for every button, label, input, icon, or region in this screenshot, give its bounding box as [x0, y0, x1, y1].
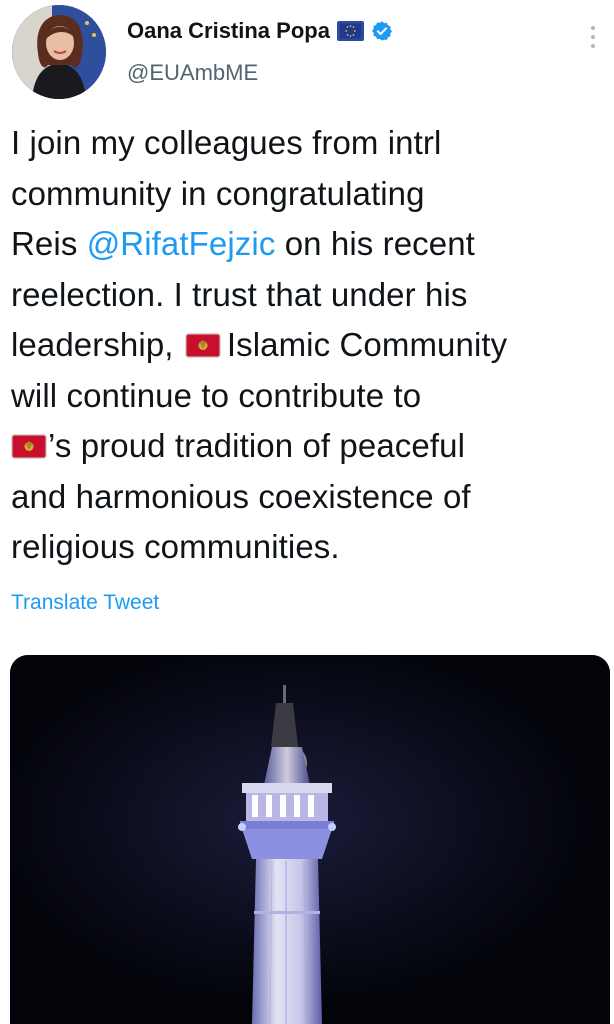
tweet-line: Reis @RifatFejzic on his recent	[11, 219, 611, 270]
minaret-photo	[10, 655, 610, 1024]
translate-tweet-link[interactable]: Translate Tweet	[11, 591, 159, 615]
tweet-text-fragment: on his recent	[275, 225, 475, 262]
tweet-line: religious communities.	[11, 528, 340, 565]
tweet-line: leadership, Islamic Community	[11, 320, 611, 371]
tweet-line: reelection. I trust that under his	[11, 275, 468, 313]
tweet-text-fragment: Reis	[11, 225, 87, 262]
tweet-media-image[interactable]	[10, 655, 610, 1024]
tweet-header: Oana Cristina Popa @EUAmbME	[0, 0, 614, 110]
montenegro-flag-icon	[11, 434, 47, 459]
avatar-image	[12, 5, 106, 99]
tweet-text-fragment: ’s proud tradition of peaceful	[48, 427, 465, 464]
tweet-line: community in congratulating	[11, 174, 425, 212]
tweet-line: and harmonious coexistence of	[11, 477, 471, 515]
tweet-line: ’s proud tradition of peaceful	[11, 421, 611, 472]
tweet-line: I join my colleagues from intrl	[11, 124, 442, 161]
author-avatar[interactable]	[12, 5, 106, 99]
eu-flag-icon	[336, 21, 364, 41]
montenegro-flag-icon	[184, 333, 221, 358]
tweet-line: will continue to contribute to	[11, 376, 422, 414]
author-handle[interactable]: @EUAmbME	[127, 60, 258, 86]
tweet-text-fragment: Islamic Community	[226, 326, 508, 363]
author-name-row: Oana Cristina Popa	[127, 16, 393, 46]
tweet-text-fragment: leadership,	[11, 326, 174, 363]
tweet-text: I join my colleagues from intrl communit…	[11, 118, 611, 573]
mention-link[interactable]: @RifatFejzic	[87, 225, 276, 262]
more-vertical-icon[interactable]	[582, 22, 604, 52]
verified-badge-icon	[371, 20, 393, 42]
author-name[interactable]: Oana Cristina Popa	[127, 18, 330, 44]
